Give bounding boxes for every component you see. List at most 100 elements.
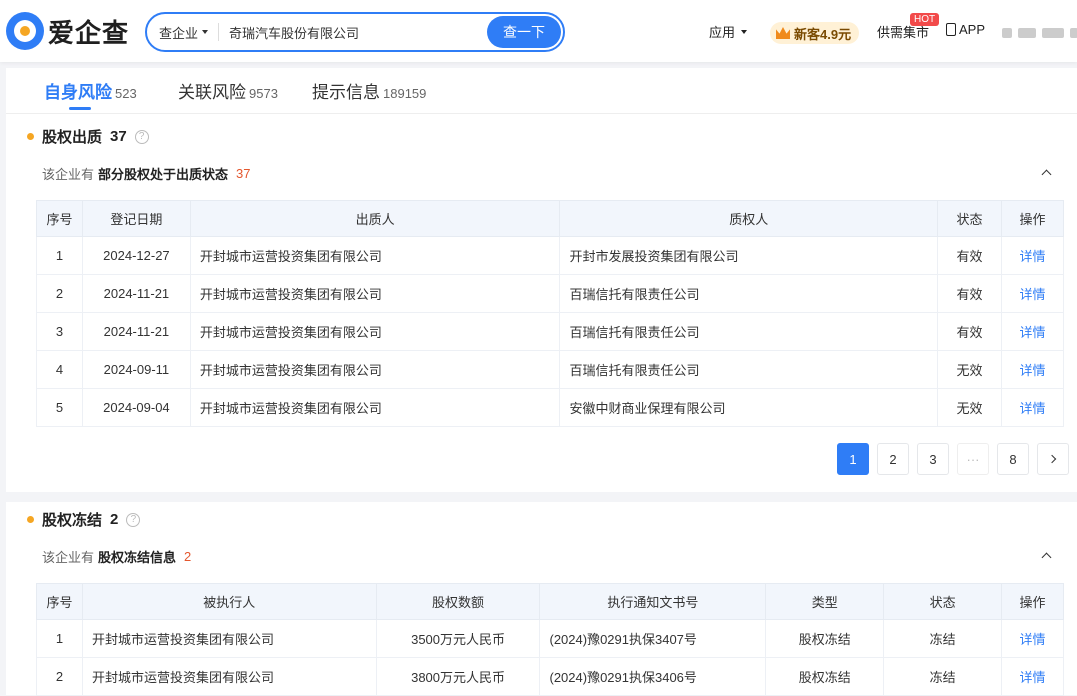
pledgee-name[interactable]: 百瑞信托有限责任公司 [559,274,939,313]
table-header-row: 序号 被执行人 股权数额 执行通知文书号 类型 状态 操作 [36,583,1064,620]
freeze-section-title: 股权冻结 2 ? [27,509,141,530]
freeze-title: 股权冻结 [42,512,103,529]
row-number: 4 [36,350,83,389]
status-text: 有效 [937,274,1002,313]
pledge-section-title: 股权出质 37 ? [27,126,149,147]
help-icon[interactable]: ? [126,512,141,527]
status-text: 有效 [937,236,1002,275]
search-type-select[interactable]: 查企业 [147,23,209,42]
tab-count: 523 [115,86,137,101]
nav-apps-label: 应用 [709,25,736,40]
registration-date: 2024-11-21 [81,274,191,313]
pledgor-name[interactable]: 开封城市运营投资集团有限公司 [189,388,561,427]
pledgee-name[interactable]: 安徽中财商业保理有限公司 [559,388,939,427]
crown-icon [776,27,790,39]
table-row: 4 2024-09-11 开封城市运营投资集团有限公司 百瑞信托有限责任公司 无… [36,350,1064,389]
detail-link[interactable]: 详情 [1001,619,1064,658]
tab-label: 关联风险 [178,83,246,102]
page-button[interactable]: 8 [997,443,1029,475]
pledge-summary: 该企业有 部分股权处于出质状态 37 [42,164,251,183]
chevron-up-icon[interactable] [1041,550,1051,560]
nav-app-download[interactable]: APP [946,22,985,37]
pledgee-name[interactable]: 开封市发展投资集团有限公司 [559,236,939,275]
table-row: 1 开封城市运营投资集团有限公司 3500万元人民币 (2024)豫0291执保… [36,619,1064,658]
hot-badge: HOT [910,13,940,26]
summary-count: 2 [184,549,192,564]
pledgee-name[interactable]: 百瑞信托有限责任公司 [559,312,939,351]
chevron-up-icon[interactable] [1041,167,1051,177]
search-input[interactable] [229,24,490,40]
pledgor-name[interactable]: 开封城市运营投资集团有限公司 [189,236,561,275]
pledgor-name[interactable]: 开封城市运营投资集团有限公司 [189,312,561,351]
chevron-down-icon [202,30,209,34]
summary-bold: 部分股权处于出质状态 [98,167,229,182]
column-header: 状态 [937,200,1002,237]
column-header: 股权数额 [375,583,541,620]
pledge-count: 37 [110,128,127,145]
help-icon[interactable]: ? [134,129,149,144]
column-header: 操作 [1001,200,1064,237]
column-header: 出质人 [189,200,561,237]
search-button[interactable]: 查一下 [487,16,561,48]
search-divider [218,23,220,41]
status-text: 无效 [937,388,1002,427]
freeze-summary: 该企业有 股权冻结信息 2 [42,547,191,566]
status-text: 有效 [937,312,1002,351]
tab-label: 提示信息 [312,83,380,102]
column-header: 质权人 [559,200,939,237]
freeze-count: 2 [110,511,119,528]
summary-count: 37 [236,166,251,181]
column-header: 登记日期 [81,200,191,237]
page-button[interactable]: 2 [877,443,909,475]
pagination: 1 2 3 ··· 8 [837,443,1069,475]
row-number: 2 [36,657,83,696]
tab-related-risk[interactable]: 关联风险 9573 [178,78,278,103]
detail-link[interactable]: 详情 [1001,312,1064,351]
detail-link[interactable]: 详情 [1001,657,1064,696]
pledgor-name[interactable]: 开封城市运营投资集团有限公司 [189,274,561,313]
tab-count: 9573 [249,86,278,101]
registration-date: 2024-09-11 [81,350,191,389]
detail-link[interactable]: 详情 [1001,350,1064,389]
page-button[interactable]: 1 [837,443,869,475]
row-number: 5 [36,388,83,427]
top-bar: 爱企查 查企业 查一下 应用 新客4.9元 供需集市 HOT APP [0,0,1077,62]
next-page-button[interactable] [1037,443,1069,475]
detail-link[interactable]: 详情 [1001,388,1064,427]
registration-date: 2024-11-21 [81,312,191,351]
row-number: 1 [36,619,83,658]
equity-amount: 3800万元人民币 [375,657,541,696]
user-avatar[interactable] [1002,28,1077,38]
page-ellipsis: ··· [957,443,989,475]
pledge-title: 股权出质 [42,129,103,146]
avatar-blur [1042,28,1064,38]
column-header: 序号 [36,200,83,237]
active-tab-indicator [69,107,91,110]
status-text: 冻结 [883,657,1003,696]
table-header-row: 序号 登记日期 出质人 质权人 状态 操作 [36,200,1064,237]
avatar-blur [1002,28,1012,38]
detail-link[interactable]: 详情 [1001,274,1064,313]
table-row: 2 2024-11-21 开封城市运营投资集团有限公司 百瑞信托有限责任公司 有… [36,274,1064,313]
page-button[interactable]: 3 [917,443,949,475]
phone-icon [946,23,956,36]
column-header: 类型 [765,583,885,620]
column-header: 被执行人 [81,583,377,620]
promo-badge[interactable]: 新客4.9元 [770,22,860,44]
section-divider [6,492,1077,502]
executed-party[interactable]: 开封城市运营投资集团有限公司 [81,619,377,658]
status-text: 冻结 [883,619,1003,658]
chevron-down-icon [741,29,748,34]
notice-doc-number: (2024)豫0291执保3406号 [539,657,767,696]
tab-self-risk[interactable]: 自身风险 523 [44,78,137,103]
column-header: 序号 [36,583,83,620]
nav-apps-menu[interactable]: 应用 [709,22,748,41]
detail-link[interactable]: 详情 [1001,236,1064,275]
pledgee-name[interactable]: 百瑞信托有限责任公司 [559,350,939,389]
pledgor-name[interactable]: 开封城市运营投资集团有限公司 [189,350,561,389]
logo[interactable]: 爱企查 [6,12,129,50]
executed-party[interactable]: 开封城市运营投资集团有限公司 [81,657,377,696]
freeze-type: 股权冻结 [765,657,885,696]
notice-doc-number: (2024)豫0291执保3407号 [539,619,767,658]
tab-hint-info[interactable]: 提示信息 189159 [312,78,426,103]
